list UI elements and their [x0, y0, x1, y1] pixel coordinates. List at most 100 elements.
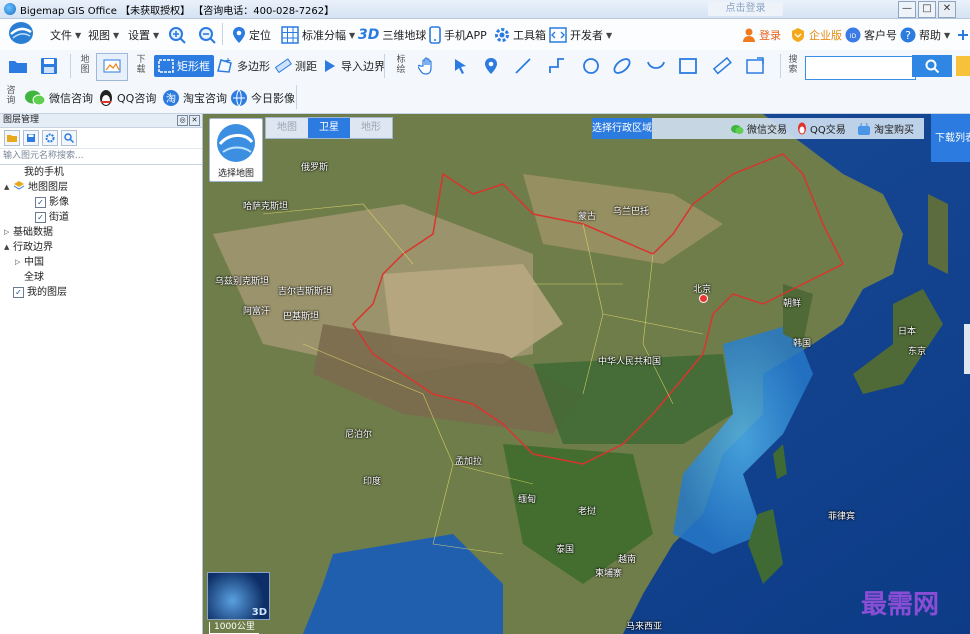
place-label-japan: 日本	[898, 327, 917, 337]
rectangle-draw-tool[interactable]	[678, 55, 698, 77]
taobao-consult-button[interactable]: 淘淘宝咨询	[162, 87, 227, 109]
layer-tree-item[interactable]: ✓ 我的图层	[0, 285, 202, 300]
select-region-button[interactable]: 选择行政区域	[592, 118, 652, 139]
pan-hand-tool[interactable]	[418, 55, 436, 77]
qq-consult-button[interactable]: QQ咨询	[98, 87, 156, 109]
map-type-tabs: 地图 卫星 地形	[265, 117, 393, 139]
mobile-app-button[interactable]: 手机APP	[429, 25, 487, 45]
layer-tree-item[interactable]: ✓ 街道	[0, 210, 202, 225]
today-image-button[interactable]: 今日影像	[230, 87, 295, 109]
settings-menu[interactable]: 设置 ▼	[128, 25, 159, 45]
circle-icon	[583, 58, 599, 74]
expand-arrow-icon[interactable]: ▲	[4, 180, 13, 195]
developer-menu[interactable]: 开发者 ▼	[549, 25, 612, 45]
group-label-download: 下载	[136, 55, 146, 75]
map-layers-icon	[103, 59, 121, 73]
search-input[interactable]	[805, 56, 916, 80]
enterprise-button[interactable]: 企业版	[790, 25, 842, 45]
layer-tree-item[interactable]: ▷ 中国	[0, 255, 202, 270]
layer-checkbox[interactable]: ✓	[35, 212, 46, 223]
expand-arrow-icon[interactable]: ▷	[15, 255, 24, 270]
layer-tree-item[interactable]: ▲ 行政边界	[0, 240, 202, 255]
maximize-button[interactable]: □	[918, 1, 936, 18]
file-menu[interactable]: 文件 ▼	[50, 25, 81, 45]
pointer-tool[interactable]	[452, 55, 468, 77]
layer-tree-item[interactable]: ✓ 影像	[0, 195, 202, 210]
wechat-trade-button[interactable]: 微信交易	[730, 121, 787, 136]
side-handle[interactable]	[964, 324, 970, 374]
import-border-button[interactable]: 导入边界	[322, 55, 385, 77]
rectangle-tool-button[interactable]: 矩形框	[154, 55, 214, 77]
expand-arrow-icon[interactable]: ▷	[4, 225, 13, 240]
chevron-down-icon: ▼	[944, 30, 951, 40]
close-button[interactable]: ✕	[938, 1, 956, 18]
ellipse-icon	[613, 58, 631, 74]
search-button[interactable]	[912, 55, 952, 77]
measure-tool-button[interactable]: 测距	[274, 55, 317, 77]
customer-id-button[interactable]: ID 客户号	[845, 25, 897, 45]
three-d-globe-button[interactable]: 3D 三维地球	[358, 25, 426, 45]
layer-panel-header: 图层管理 ◎ ✕	[0, 114, 202, 128]
ellipse-tool[interactable]	[612, 55, 632, 77]
search-icon	[925, 59, 939, 73]
map-tab[interactable]: 卫星	[308, 118, 350, 138]
map-view[interactable]: 选择地图 地图卫星地形 选择行政区域 微信交易 QQ交易 淘宝购买 下载列表 蒙…	[203, 114, 970, 634]
layer-checkbox[interactable]: ✓	[13, 287, 24, 298]
view-menu[interactable]: 视图 ▼	[88, 25, 119, 45]
map-tab[interactable]: 地图	[266, 118, 308, 138]
expand-arrow-icon[interactable]: ▲	[4, 240, 13, 255]
chevron-down-icon: ▼	[349, 30, 356, 40]
layer-tree-item[interactable]: 我的手机	[0, 165, 202, 180]
layer-panel-title: 图层管理	[3, 115, 40, 125]
layer-tree-item[interactable]: ▲ 地图图层	[0, 180, 202, 195]
standard-sheet-menu[interactable]: 标准分幅 ▼	[281, 25, 355, 45]
group-label-consult: 咨询	[6, 86, 16, 106]
layer-panel: 图层管理 ◎ ✕ 输入图元名称搜索... 我的手机 ▲ 地图图层 ✓ 影像 ✓ 街道 ▷ 基础数…	[0, 114, 203, 634]
minimap[interactable]: 3D	[207, 572, 270, 620]
settings-link-icon[interactable]	[956, 25, 970, 45]
open-folder-button[interactable]	[8, 55, 28, 77]
polyline-tool[interactable]	[548, 55, 566, 77]
layer-tree-item[interactable]: 全球	[0, 270, 202, 285]
satellite-map-image[interactable]	[203, 114, 970, 634]
marker-tool[interactable]	[484, 55, 498, 77]
wechat-consult-button[interactable]: 微信咨询	[24, 87, 93, 109]
three-d-icon: 3D	[358, 27, 380, 43]
layer-search-button[interactable]	[61, 130, 77, 146]
minimize-button[interactable]: —	[898, 1, 916, 18]
locate-button[interactable]: 定位	[232, 25, 271, 45]
arc-tool[interactable]	[646, 55, 666, 77]
toolbox-button[interactable]: 工具箱	[494, 25, 546, 45]
polygon-tool-button[interactable]: 多边形	[216, 55, 270, 77]
close-icon[interactable]: ✕	[189, 115, 200, 126]
map-select-button[interactable]	[96, 53, 128, 81]
zoom-out-icon	[199, 27, 216, 44]
download-list-button[interactable]: 下载列表	[931, 114, 970, 162]
select-map-button[interactable]: 选择地图	[209, 118, 263, 182]
zoom-out-button[interactable]	[198, 25, 216, 45]
map-tab[interactable]: 地形	[350, 118, 392, 138]
taobao-buy-button[interactable]: 淘宝购买	[857, 121, 914, 136]
zoom-in-button[interactable]	[168, 25, 186, 45]
qq-trade-button[interactable]: QQ交易	[797, 121, 846, 136]
save-layer-button[interactable]	[23, 130, 39, 146]
layer-tree-label: 影像	[49, 197, 69, 208]
layer-tree-item[interactable]: ▷ 基础数据	[0, 225, 202, 240]
help-menu[interactable]: ? 帮助 ▼	[900, 25, 950, 45]
save-button[interactable]	[40, 55, 58, 77]
globe-icon	[231, 89, 247, 107]
export-image-tool[interactable]	[745, 55, 765, 77]
three-d-toggle[interactable]: 3D	[252, 607, 267, 618]
circle-tool[interactable]	[582, 55, 600, 77]
login-status-field[interactable]: 点击登录	[708, 2, 783, 16]
layer-checkbox[interactable]: ✓	[35, 197, 46, 208]
main-logo-icon[interactable]	[8, 22, 34, 44]
line-tool[interactable]	[514, 55, 532, 77]
pin-icon[interactable]: ◎	[177, 115, 188, 126]
open-layer-button[interactable]	[4, 130, 20, 146]
layer-search-input[interactable]: 输入图元名称搜索...	[0, 149, 202, 165]
layer-settings-button[interactable]	[42, 130, 58, 146]
favorite-star-icon[interactable]	[956, 56, 970, 76]
ruler-measure-tool[interactable]	[712, 55, 732, 77]
login-button[interactable]: 登录	[742, 25, 781, 45]
